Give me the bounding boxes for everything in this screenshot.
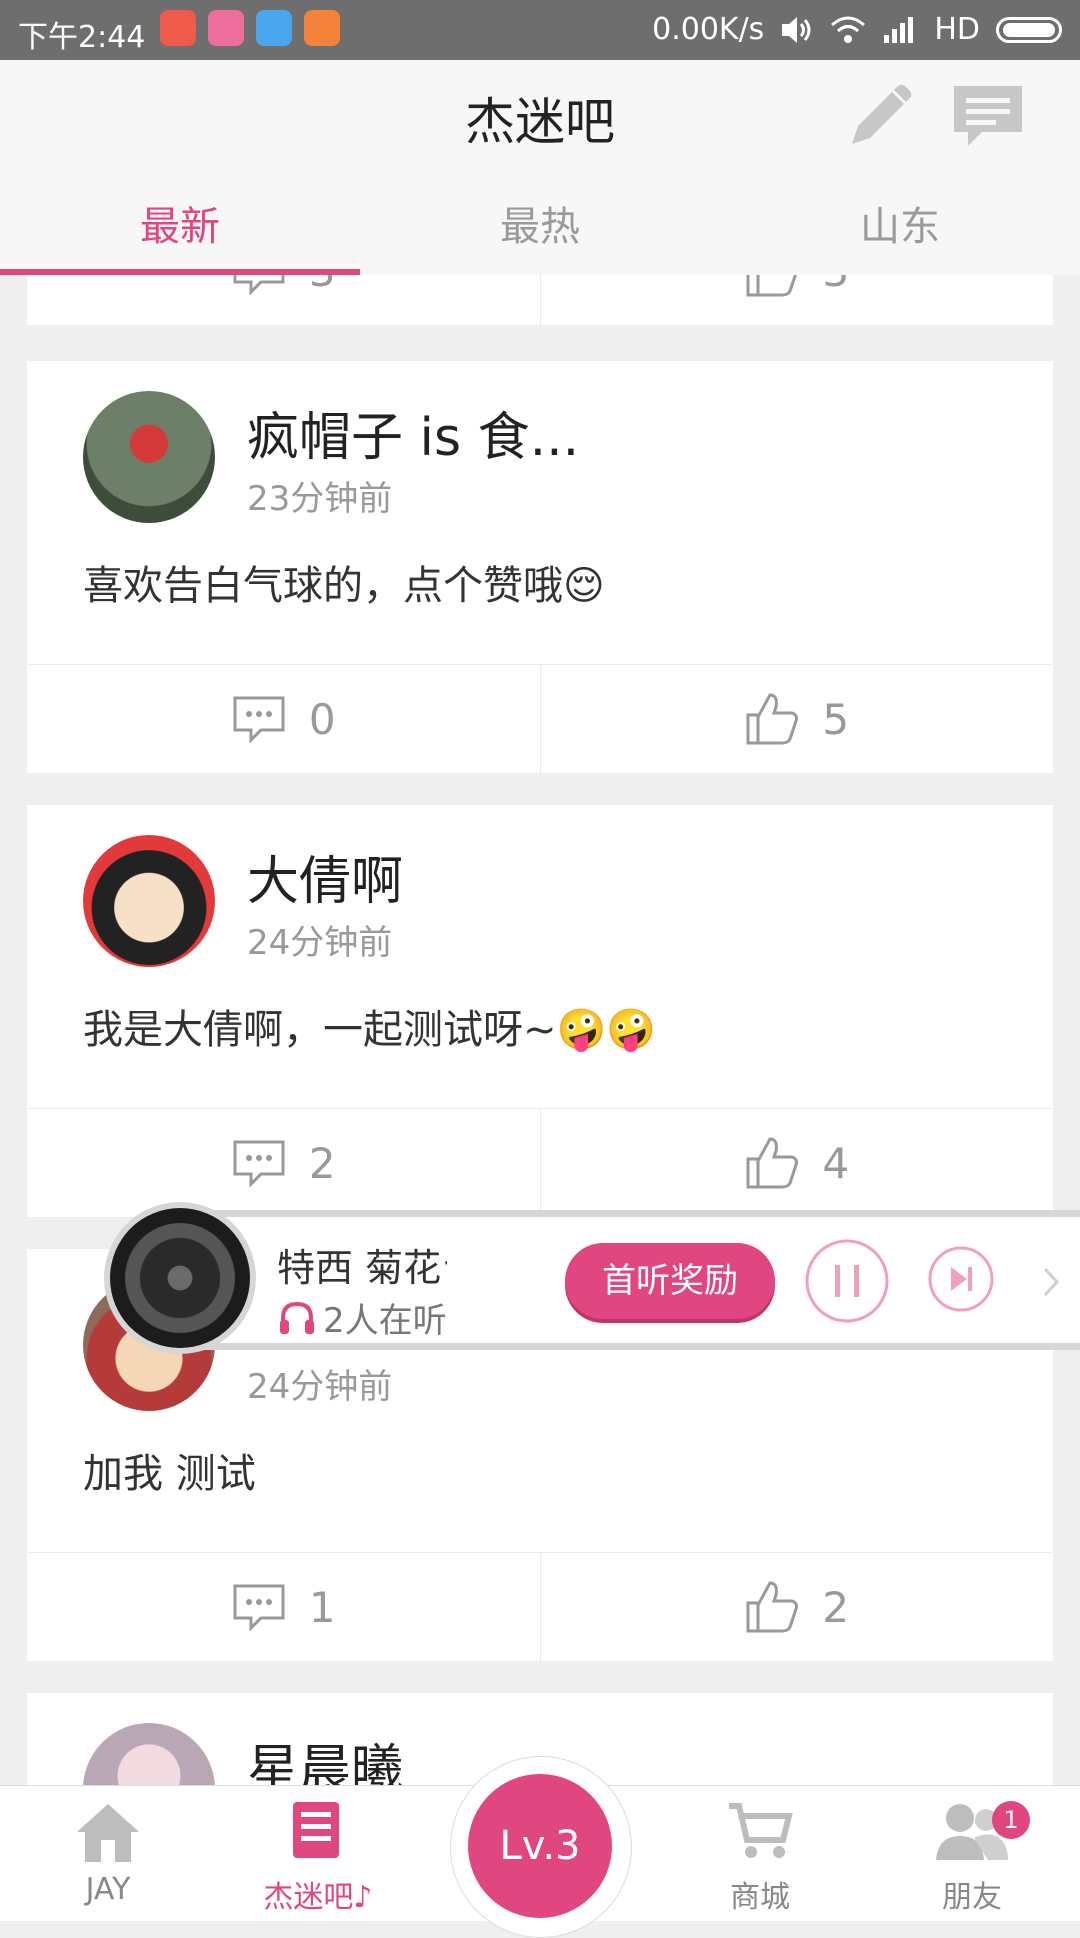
volume-icon [782,16,811,43]
post-time: 24分钟前 [247,923,393,963]
avatar[interactable] [83,1723,215,1785]
nav-shop[interactable]: 商城 [680,1786,840,1921]
post-content[interactable]: 喜欢告白气球的，点个赞哦😌 [83,553,605,611]
app-notification-icon [256,10,292,46]
comment-count: 3 [309,275,336,296]
tab-bar: 最新 最热 山东 [0,180,1080,275]
pencil-icon[interactable] [838,78,918,158]
comment-count: 1 [308,1582,336,1632]
tab-shandong[interactable]: 山东 [720,180,1080,275]
comment-count: 0 [308,694,336,744]
like-count: 5 [822,694,850,744]
post-card[interactable]: 大倩啊 24分钟前 我是大倩啊，一起测试呀~🤪🤪 2 4 [27,805,1053,1217]
post-author[interactable]: 星晨曦 [247,1727,403,1785]
nav-label: 杰迷吧♪ [263,1880,373,1915]
post-time: 24分钟前 [247,1367,393,1407]
status-bar: 下午2:44 0.00K/s HD [0,0,1080,60]
mini-player[interactable]: 特西 菊花台 2人在听 首听奖励 [120,1210,1080,1350]
bottom-navigation: JAY 杰迷吧♪ Lv.3 商城 朋友 1 [0,1756,1080,1938]
tab-hot[interactable]: 最热 [360,180,720,275]
status-time: 下午2:44 [18,20,146,55]
app-header: 杰迷吧 最新 最热 山东 [0,60,1080,275]
comment-button[interactable]: 1 [27,1553,541,1661]
like-button[interactable]: 2 [541,1553,1054,1661]
notification-badge: 1 [992,1801,1030,1839]
page-title: 杰迷吧 [465,93,615,151]
nav-forum[interactable]: 杰迷吧♪ [238,1786,398,1921]
nav-label: JAY [85,1872,131,1907]
post-actions: 1 2 [27,1552,1053,1661]
app-notification-icon [208,10,244,46]
net-speed: 0.00K/s [652,12,765,47]
comment-icon [233,275,285,296]
message-icon[interactable] [948,78,1028,158]
comment-count: 2 [308,1138,336,1188]
post-author[interactable]: 大倩啊 [247,839,403,914]
home-icon [77,1804,139,1862]
listener-count: 2人在听 [323,1301,447,1341]
battery-icon [996,16,1062,43]
status-right: 0.00K/s HD [652,12,1062,47]
like-count: 3 [822,275,849,296]
comment-button[interactable]: 2 [27,1109,541,1217]
like-button[interactable]: 3 [541,275,1054,325]
cart-icon [729,1803,793,1858]
thumbs-up-icon [746,693,799,745]
comment-icon [233,696,285,744]
notification-icons [160,10,340,46]
post-time: 23分钟前 [247,479,393,519]
comment-icon [233,1140,285,1188]
nav-jay[interactable]: JAY [28,1786,188,1921]
comment-button[interactable]: 0 [27,665,541,773]
listener-info: 2人在听 [277,1293,447,1342]
network-label: HD [934,12,980,47]
post-card[interactable]: 疯帽子 is 食... 23分钟前 喜欢告白气球的，点个赞哦😌 0 5 [27,361,1053,773]
post-content[interactable]: 加我 测试 [83,1441,256,1499]
comment-icon [233,1584,285,1632]
comment-button[interactable]: 3 [27,275,541,325]
level-button[interactable]: Lv.3 [468,1774,612,1918]
forum-icon [293,1802,339,1858]
nav-friends[interactable]: 朋友 [892,1786,1052,1921]
like-button[interactable]: 4 [541,1109,1054,1217]
signal-icon [884,16,914,43]
pause-icon[interactable] [803,1237,891,1325]
post-author[interactable]: 疯帽子 is 食... [247,395,579,470]
thumbs-up-icon [746,275,798,297]
like-count: 2 [822,1582,850,1632]
avatar[interactable] [83,391,215,523]
next-track-icon[interactable] [927,1245,995,1313]
post-content[interactable]: 我是大倩啊，一起测试呀~🤪🤪 [83,997,656,1055]
app-notification-icon [160,10,196,46]
post-card-partial[interactable]: 3 3 [27,275,1053,325]
tab-latest[interactable]: 最新 [0,180,360,275]
first-listen-reward-button[interactable]: 首听奖励 [565,1243,775,1319]
app-notification-icon [304,10,340,46]
nav-label: 商城 [730,1880,790,1915]
thumbs-up-icon [746,1581,799,1633]
like-button[interactable]: 5 [541,665,1054,773]
post-actions: 3 3 [27,275,1053,325]
post-feed[interactable]: 3 3 疯帽子 is 食... 23分钟前 喜欢告白气球的，点个赞哦😌 0 [0,275,1080,1785]
post-actions: 0 5 [27,664,1053,773]
thumbs-up-icon [746,1137,799,1189]
post-actions: 2 4 [27,1108,1053,1217]
headphones-icon [280,1301,314,1334]
like-count: 4 [822,1138,850,1188]
avatar[interactable] [83,835,215,967]
chevron-right-icon[interactable] [1037,1257,1067,1307]
wifi-icon [831,16,866,43]
nav-label: 朋友 [942,1880,1002,1915]
album-art[interactable] [110,1208,250,1348]
song-title[interactable]: 特西 菊花台 [277,1237,447,1292]
